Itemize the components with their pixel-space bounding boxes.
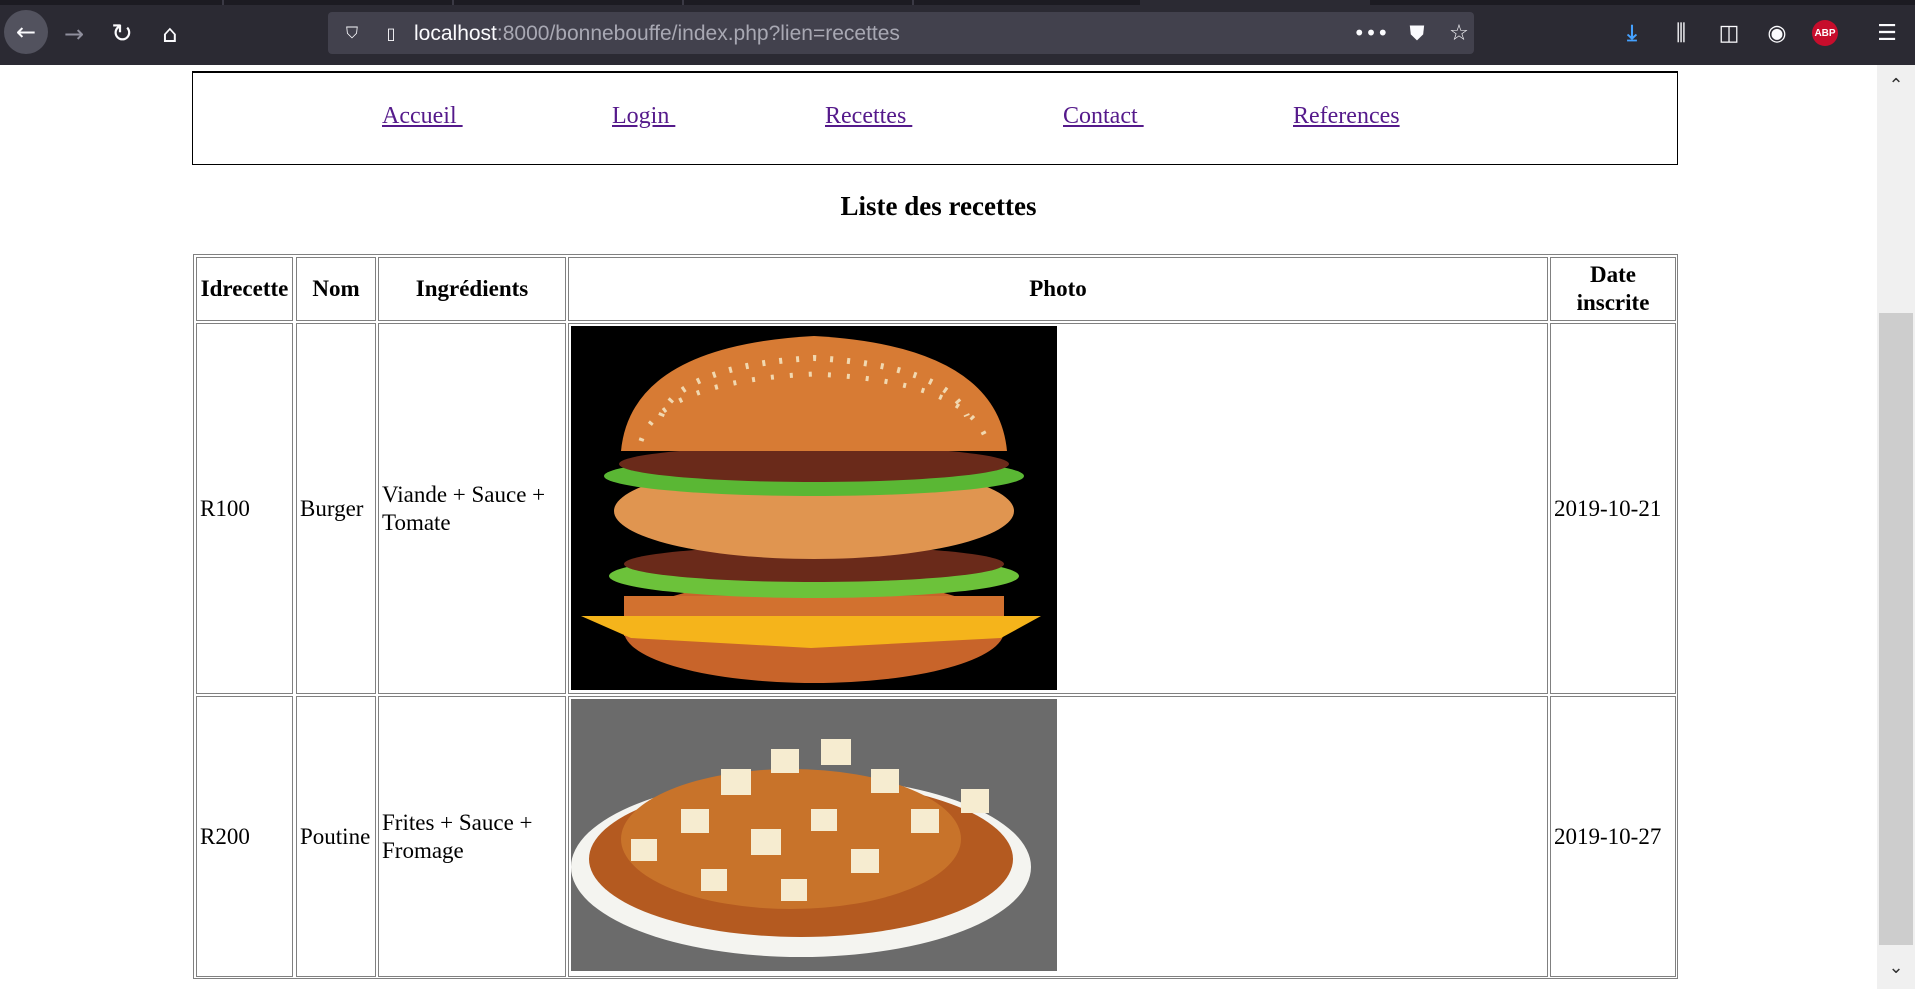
url-host: localhost [414, 22, 497, 45]
tab-strip [0, 0, 1915, 5]
poutine-photo [571, 699, 1057, 971]
cell-photo [568, 323, 1548, 694]
site-navbar: Accueil Login Recettes Contact Reference… [192, 71, 1678, 165]
cell-nom: Poutine [296, 696, 376, 977]
poutine-image [571, 699, 1057, 971]
active-tab[interactable] [1140, 0, 1370, 5]
burger-image [571, 326, 1057, 690]
shield-icon[interactable]: ⛉ [340, 20, 364, 46]
cell-date: 2019-10-27 [1550, 696, 1676, 977]
tab-separator [452, 0, 454, 5]
page-title: Liste des recettes [840, 191, 1037, 221]
header-ingredients: Ingrédients [378, 257, 566, 321]
scroll-thumb[interactable] [1879, 313, 1913, 945]
cell-id: R100 [196, 323, 293, 694]
home-icon[interactable]: ⌂ [150, 14, 190, 54]
adblock-badge: ABP [1812, 20, 1838, 46]
star-icon[interactable]: ☆ [1444, 20, 1474, 46]
url-bar[interactable]: ⛉ ▯ localhost:8000/bonnebouffe/index.php… [328, 12, 1474, 54]
more-icon[interactable]: ••• [1353, 20, 1388, 46]
header-nom: Nom [296, 257, 376, 321]
cell-ingredients: Frites + Sauce + Fromage [378, 696, 566, 977]
sidebar-icon[interactable]: ◫ [1712, 16, 1746, 50]
nav-link-recettes[interactable]: Recettes [825, 103, 912, 130]
library-icon[interactable]: ⫼ [1664, 16, 1698, 50]
header-photo: Photo [568, 257, 1548, 321]
scroll-down-icon[interactable]: ⌄ [1877, 953, 1915, 981]
download-icon[interactable]: ⤓ [1615, 16, 1649, 50]
adblock-icon[interactable]: ABP [1808, 16, 1842, 50]
header-idrecette: Idrecette [196, 257, 293, 321]
back-icon[interactable]: ← [4, 10, 48, 54]
tab-separator [222, 0, 224, 5]
cell-id: R200 [196, 696, 293, 977]
menu-icon[interactable]: ☰ [1870, 16, 1904, 50]
nav-link-login[interactable]: Login [612, 103, 675, 130]
scroll-up-icon[interactable]: ⌃ [1877, 71, 1915, 99]
tab-separator [912, 0, 914, 5]
nav-link-contact[interactable]: Contact [1063, 103, 1144, 130]
cell-photo [568, 696, 1548, 977]
page-icon: ▯ [386, 23, 396, 43]
burger-photo [571, 326, 1057, 690]
page-scrollbar[interactable]: ⌃ ⌄ [1877, 65, 1915, 989]
cell-nom: Burger [296, 323, 376, 694]
page-content: Accueil Login Recettes Contact Reference… [0, 65, 1877, 989]
recipes-table: Idrecette Nom Ingrédients Photo Date ins… [193, 254, 1678, 979]
account-icon[interactable]: ◉ [1760, 16, 1794, 50]
cell-date: 2019-10-21 [1550, 323, 1676, 694]
tab-separator [682, 0, 684, 5]
url-path: :8000/bonnebouffe/index.php?lien=recette… [496, 22, 900, 45]
browser-toolbar: ← → ↻ ⌂ ⛉ ▯ localhost:8000/bonnebouffe/i… [0, 0, 1915, 65]
cell-ingredients: Viande + Sauce + Tomate [378, 323, 566, 694]
nav-link-accueil[interactable]: Accueil [382, 103, 463, 130]
pocket-icon[interactable]: ⛊ [1402, 20, 1432, 46]
nav-link-references[interactable]: References [1293, 103, 1400, 130]
header-date: Date inscrite [1550, 257, 1676, 321]
forward-icon[interactable]: → [54, 14, 94, 54]
reload-icon[interactable]: ↻ [102, 14, 142, 54]
url-text[interactable]: localhost:8000/bonnebouffe/index.php?lie… [414, 22, 900, 46]
